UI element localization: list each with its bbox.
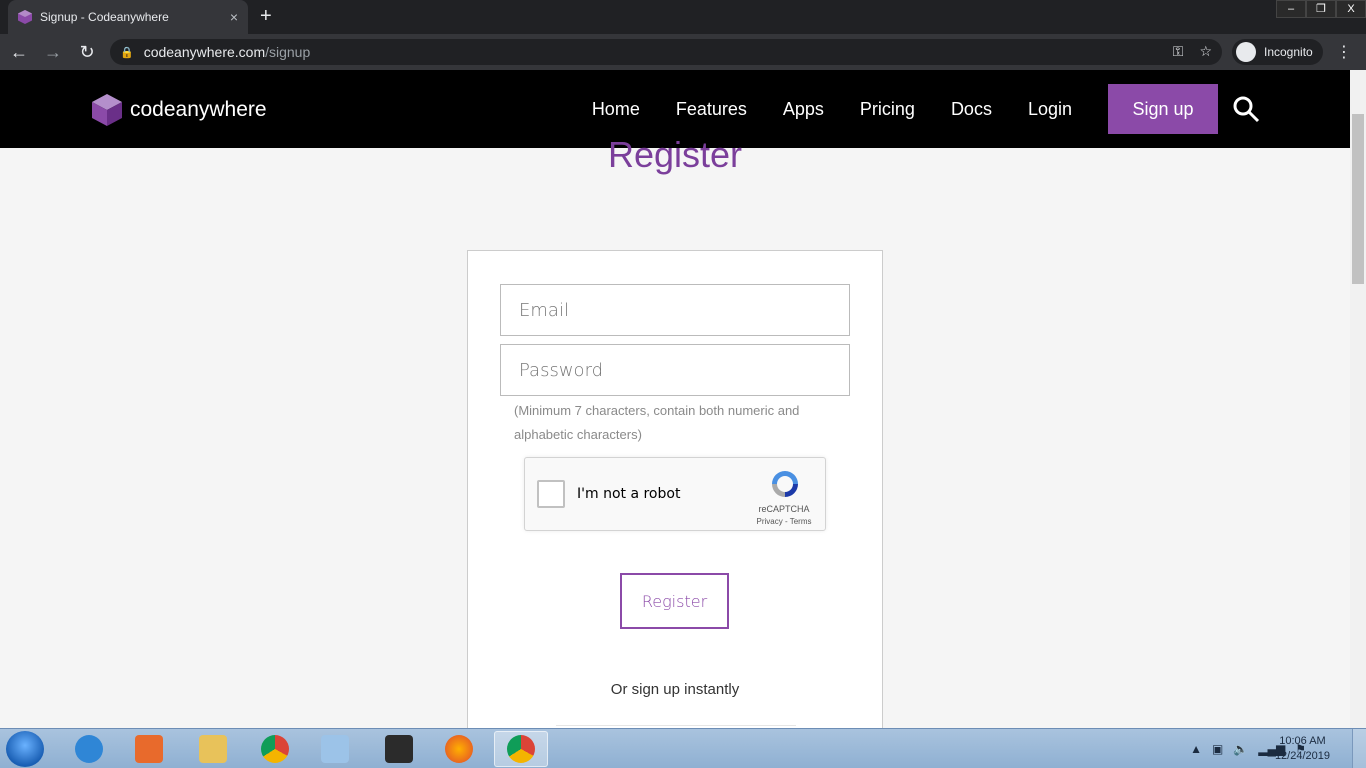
chrome-icon (507, 735, 535, 763)
device-icon[interactable]: ▣ (1212, 742, 1223, 756)
star-icon[interactable]: ☆ (1199, 43, 1212, 60)
key-icon[interactable]: ⚿ (1173, 43, 1184, 60)
nox-icon (385, 735, 413, 763)
minimize-button[interactable]: – (1276, 0, 1306, 18)
taskbar-nox[interactable] (372, 731, 426, 767)
clock-date: 12/24/2019 (1274, 750, 1330, 762)
internet-explorer-icon (75, 735, 103, 763)
nav-docs[interactable]: Docs (951, 99, 992, 120)
new-tab-button[interactable]: + (260, 5, 272, 28)
restore-button[interactable]: ❐ (1306, 0, 1336, 18)
incognito-indicator[interactable]: Incognito (1232, 39, 1323, 65)
password-hint: (Minimum 7 characters, contain both nume… (514, 403, 800, 442)
taskbar-firefox[interactable] (432, 731, 486, 767)
taskbar-file-explorer[interactable] (186, 731, 240, 767)
taskbar-clock[interactable]: 10:06 AM 12/24/2019 (1275, 734, 1330, 764)
file-explorer-icon (199, 735, 227, 763)
recaptcha-brand: reCAPTCHA (758, 504, 810, 514)
taskbar-notepad[interactable] (308, 731, 362, 767)
recaptcha-label: I'm not a robot (577, 486, 681, 502)
signup-form-card: (Minimum 7 characters, contain both nume… (467, 250, 883, 740)
show-desktop-button[interactable] (1352, 729, 1366, 768)
recaptcha-links[interactable]: Privacy - Terms (749, 517, 819, 526)
recaptcha-logo-icon (772, 471, 798, 497)
lock-icon: 🔒 (120, 46, 134, 59)
windows-taskbar: ▲ ▣ 🔈 ▂▄▆ ⚑ 10:06 AM 12/24/2019 (0, 728, 1366, 768)
codeanywhere-logo-icon (92, 94, 122, 126)
taskbar-media-player[interactable] (122, 731, 176, 767)
taskbar-internet-explorer[interactable] (62, 731, 116, 767)
browser-toolbar: ← → ↻ 🔒 codeanywhere.com/signup ⚿ ☆ Inco… (0, 34, 1366, 70)
chrome-icon (261, 735, 289, 763)
email-input[interactable] (500, 284, 850, 336)
incognito-label: Incognito (1264, 45, 1313, 59)
register-button[interactable]: Register (620, 573, 729, 629)
page-scrollbar[interactable] (1350, 70, 1366, 728)
firefox-icon (445, 735, 473, 763)
page-title: Register (607, 134, 743, 175)
url-path: /signup (265, 44, 311, 60)
close-window-button[interactable]: X (1336, 0, 1366, 18)
password-input[interactable] (500, 344, 850, 396)
recaptcha-checkbox[interactable] (537, 480, 565, 508)
clock-time: 10:06 AM (1279, 735, 1326, 747)
notepad-icon (321, 735, 349, 763)
or-signup-text: Or sign up instantly (610, 681, 740, 698)
forward-button[interactable]: → (38, 42, 68, 63)
site-logo[interactable]: codeanywhere (90, 93, 267, 127)
taskbar-chrome-active[interactable] (494, 731, 548, 767)
back-button[interactable]: ← (4, 42, 34, 63)
taskbar-chrome[interactable] (248, 731, 302, 767)
media-player-icon (135, 735, 163, 763)
window-controls: – ❐ X (1276, 0, 1366, 18)
browser-menu-icon[interactable]: ⋮ (1336, 42, 1352, 62)
browser-tabstrip: Signup - Codeanywhere × + – ❐ X (0, 0, 1366, 34)
recaptcha-widget: I'm not a robot reCAPTCHA Privacy - Term… (524, 457, 826, 531)
nav-home[interactable]: Home (592, 99, 640, 120)
logo-text: codeanywhere (130, 98, 267, 121)
tab-title: Signup - Codeanywhere (40, 10, 169, 24)
address-bar[interactable]: 🔒 codeanywhere.com/signup ⚿ ☆ (110, 39, 1222, 65)
search-icon[interactable] (1232, 95, 1260, 123)
nav-login[interactable]: Login (1028, 99, 1072, 120)
reload-button[interactable]: ↻ (72, 42, 102, 63)
nav-features[interactable]: Features (676, 99, 747, 120)
nav-apps[interactable]: Apps (783, 99, 824, 120)
signup-button[interactable]: Sign up (1108, 84, 1218, 134)
scrollbar-thumb[interactable] (1352, 114, 1364, 284)
nav-pricing[interactable]: Pricing (860, 99, 915, 120)
tab-close-icon[interactable]: × (230, 9, 238, 25)
tab-signup[interactable]: Signup - Codeanywhere × (8, 0, 248, 34)
start-button[interactable] (6, 731, 44, 767)
volume-icon[interactable]: 🔈 (1233, 742, 1248, 756)
url-host: codeanywhere.com (143, 44, 266, 60)
show-hidden-icons-icon[interactable]: ▲ (1190, 742, 1202, 756)
incognito-icon (1236, 42, 1256, 62)
codeanywhere-favicon-icon (18, 10, 32, 24)
